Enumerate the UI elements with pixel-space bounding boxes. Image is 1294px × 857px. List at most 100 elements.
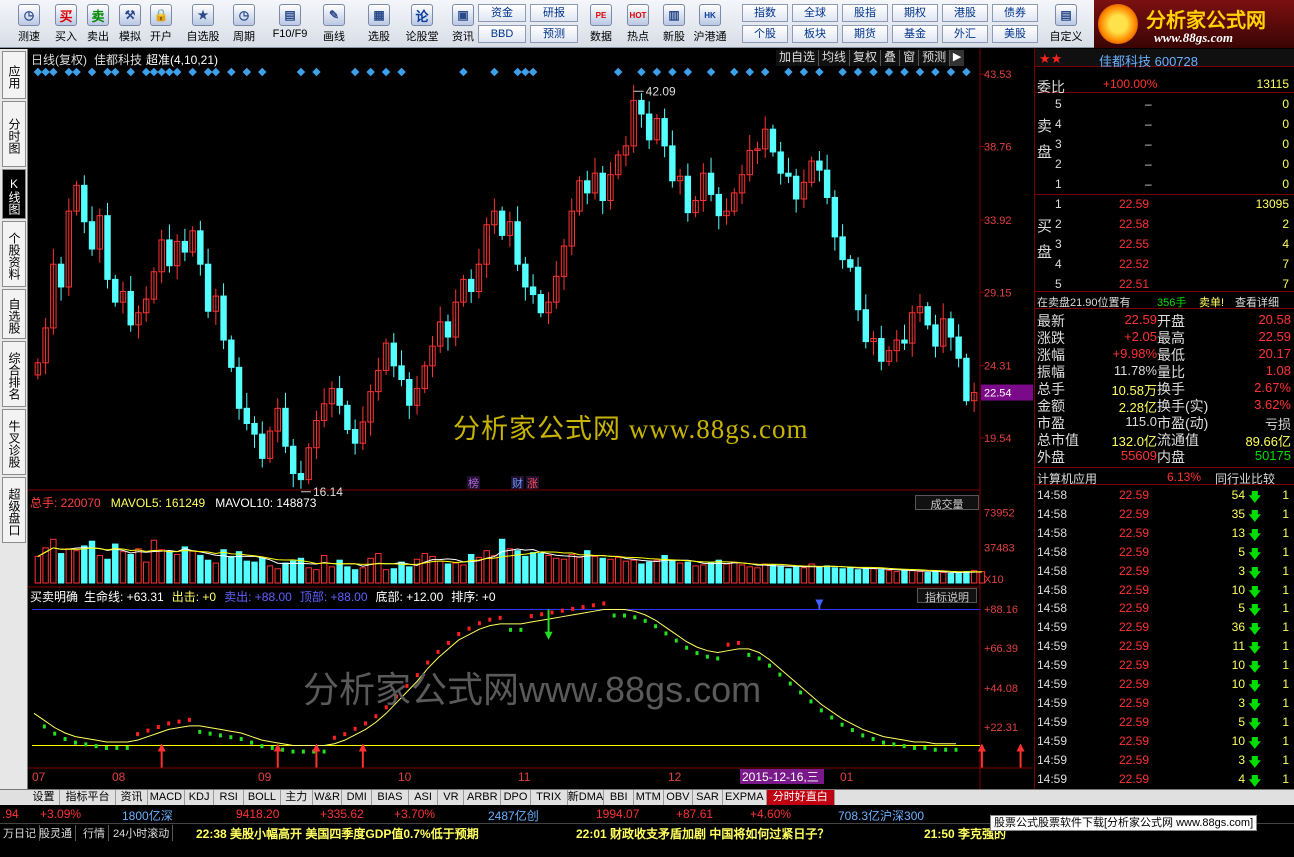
toolbar-pe-button[interactable]: PE 数据	[588, 2, 614, 46]
bid-level: 2	[1055, 217, 1062, 231]
sector-name: 计算机应用	[1037, 472, 1098, 486]
market-button-5[interactable]: 债券	[992, 4, 1038, 22]
market-button-6[interactable]: 个股	[742, 25, 788, 43]
indicator-tab-11[interactable]: ASI	[409, 790, 439, 806]
toolbar-hot-button[interactable]: HOT 热点	[624, 2, 652, 46]
indicator-tab-14[interactable]: DPO	[501, 790, 531, 806]
toolbar-bottom-btn-3[interactable]: 预测	[530, 25, 578, 43]
indicator-tab-19[interactable]: OBV	[664, 790, 694, 806]
indicator-tab-10[interactable]: BIAS	[372, 790, 409, 806]
indicator-tab-12[interactable]: VR	[438, 790, 465, 806]
market-button-11[interactable]: 美股	[992, 25, 1038, 43]
toolbar-screen-button[interactable]: ▦ 选股	[362, 2, 396, 46]
indicator-tab-0[interactable]: 设置	[28, 790, 60, 806]
toolbar-top-btn-0[interactable]: 资金	[478, 4, 526, 22]
ticker-tab-1[interactable]: 股灵通	[36, 825, 76, 841]
trend-dot	[902, 744, 906, 749]
chart-btn-2[interactable]: 复权	[850, 50, 882, 66]
sell-note-row[interactable]: 在卖盘21.90位置有 356手 卖单! 查看详细	[1035, 291, 1294, 309]
chart-btn-0[interactable]: 加自选	[776, 50, 820, 66]
market-button-10[interactable]: 外汇	[942, 25, 988, 43]
signal-diamond	[242, 67, 252, 77]
sell-note-detail-link[interactable]: 查看详细	[1235, 294, 1279, 310]
leftnav-tab-7[interactable]: 超级盘口	[2, 477, 26, 543]
market-button-4[interactable]: 港股	[942, 4, 988, 22]
indicator-tab-21[interactable]: EXPMA	[723, 790, 767, 806]
leftnav-tab-3[interactable]: 个股资料	[2, 221, 26, 287]
indicator-tab-3[interactable]: MACD	[148, 790, 185, 806]
toolbar-ipo-button[interactable]: ▥ 新股	[660, 2, 688, 46]
volume-tick-label: 37483	[984, 542, 1015, 554]
stat-value: 22.59	[1124, 312, 1157, 327]
leftnav-tab-4[interactable]: 自选股	[2, 289, 26, 339]
market-button-9[interactable]: 基金	[892, 25, 938, 43]
toolbar-clock-button[interactable]: ◷ 测速	[14, 2, 44, 46]
toolbar-news-button[interactable]: ▣ 资讯	[448, 2, 478, 46]
volume-dropdown[interactable]: 成交量	[915, 495, 979, 511]
candle	[669, 130, 676, 188]
indicator-tab-7[interactable]: 主力	[281, 790, 313, 806]
toolbar-sell-button[interactable]: 卖卖出	[84, 2, 112, 46]
period-clock-icon: ◷	[233, 4, 255, 26]
ticker-tab-3[interactable]: 24小时滚动	[110, 825, 174, 841]
toolbar-lock-button[interactable]: 🔒 开户	[148, 2, 174, 46]
market-button-8[interactable]: 期货	[842, 25, 888, 43]
chart-btn-3[interactable]: 叠	[881, 50, 901, 66]
toolbar-hammer-button[interactable]: ⚒ 模拟	[116, 2, 144, 46]
indicator-tab-9[interactable]: DMI	[342, 790, 372, 806]
news-item-0[interactable]: 22:38 美股小幅高开 美国四季度GDP值0.7%低于预期	[196, 825, 479, 842]
indicator-tab-2[interactable]: 资讯	[116, 790, 148, 806]
candle	[599, 165, 606, 215]
tick-volume: 13	[1231, 525, 1245, 540]
chart-btn-4[interactable]: 窗	[900, 50, 920, 66]
indicator-tab-6[interactable]: BOLL	[244, 790, 281, 806]
toolbar-top-btn-1[interactable]: 研报	[530, 4, 578, 22]
leftnav-tab-1[interactable]: 分时图	[2, 101, 26, 167]
market-button-2[interactable]: 股指	[842, 4, 888, 22]
indicator-tab-5[interactable]: RSI	[214, 790, 244, 806]
indicator-tab-22[interactable]: 分时好直白	[766, 790, 835, 806]
market-button-3[interactable]: 期权	[892, 4, 938, 22]
toolbar-forum-button[interactable]: 论论股堂	[404, 2, 440, 46]
ticker-tab-2[interactable]: 行情	[80, 825, 109, 841]
leftnav-tab-5[interactable]: 综合排名	[2, 341, 26, 407]
leftnav-tab-0[interactable]: 应用	[2, 51, 26, 99]
indicator-tab-8[interactable]: W&R	[313, 790, 343, 806]
indicator-tab-13[interactable]: ARBR	[464, 790, 502, 806]
indicator-tab-4[interactable]: KDJ	[185, 790, 215, 806]
indicator-tab-16[interactable]: 新DMA	[568, 790, 605, 806]
download-overlay[interactable]: 股票公式股票软件下载[分析家公式网 www.88gs.com]	[990, 815, 1258, 831]
market-button-0[interactable]: 指数	[742, 4, 788, 22]
indicator-tab-20[interactable]: SAR	[693, 790, 723, 806]
toolbar-bottom-btn-2[interactable]: BBD	[478, 25, 526, 43]
volume-bar	[870, 568, 877, 584]
toolbar-f10-button[interactable]: ▤ F10/F9	[270, 2, 310, 46]
chart-btn-5[interactable]: 预测	[919, 50, 951, 66]
trend-dot	[602, 601, 606, 606]
indicator-tab-17[interactable]: BBI	[604, 790, 634, 806]
toolbar-star-button[interactable]: ★ 自选股	[184, 2, 222, 46]
indicator-tab-15[interactable]: TRIX	[531, 790, 568, 806]
indicator-tab-18[interactable]: MTM	[634, 790, 664, 806]
tick-price: 22.59	[1119, 488, 1150, 502]
market-button-1[interactable]: 全球	[792, 4, 838, 22]
leftnav-tab-6[interactable]: 牛叉诊股	[2, 409, 26, 475]
candle	[970, 382, 978, 413]
favorite-stars-icon[interactable]: ★★	[1039, 51, 1062, 67]
toolbar-sse-hkex-button[interactable]: HK 沪港通	[692, 2, 728, 46]
leftnav-tab-2[interactable]: K线图	[2, 169, 26, 219]
lock-icon: 🔒	[150, 4, 172, 26]
news-item-1[interactable]: 22:01 财政收支矛盾加剧 中国将如何过紧日子？	[576, 825, 829, 842]
toolbar-buy-button[interactable]: 买买入	[52, 2, 80, 46]
chart-area[interactable]: 43.53 38.76 33.92 29.15 24.31 19.54 22.54 42.09…	[28, 49, 1033, 789]
indicator-tab-1[interactable]: 指标平台	[60, 790, 116, 806]
chart-btn-1[interactable]: 均线	[819, 50, 851, 66]
market-button-7[interactable]: 板块	[792, 25, 838, 43]
ticker-tab-0[interactable]: 万日记	[0, 825, 40, 841]
toolbar-pen-button[interactable]: ✎ 画线	[316, 2, 352, 46]
chart-scroll-right-icon[interactable]: ▶	[950, 50, 965, 66]
sector-compare-link[interactable]: 同行业比较	[1215, 470, 1275, 487]
toolbar-period-clock-button[interactable]: ◷ 周期	[226, 2, 262, 46]
indicator-help-button[interactable]: 指标说明	[917, 588, 977, 604]
toolbar-custom-button[interactable]: ▤ 自定义	[1046, 2, 1086, 46]
